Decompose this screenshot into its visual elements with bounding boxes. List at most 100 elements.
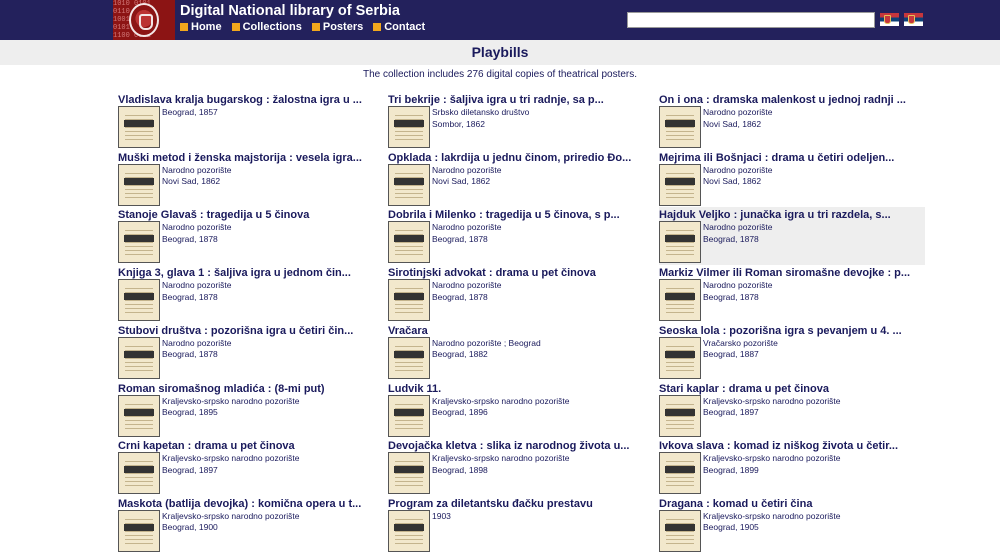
playbill-thumbnail[interactable] — [118, 509, 160, 552]
square-bullet-icon — [180, 23, 188, 31]
playbill-thumbnail[interactable] — [118, 279, 160, 322]
playbill-item[interactable]: Vračara Narodno pozorište ; Beograd Beogra… — [388, 323, 653, 381]
playbill-item[interactable]: Seoska lola : pozorišna igra s pevanjem … — [659, 323, 924, 381]
poster-text-lines — [666, 458, 694, 490]
playbill-thumbnail[interactable] — [659, 509, 701, 552]
playbill-title-link[interactable]: Mejrima ili Bošnjaci : drama u četiri od… — [659, 152, 921, 164]
playbill-thumbnail[interactable] — [118, 394, 160, 437]
playbill-thumbnail[interactable] — [659, 163, 701, 206]
playbill-item[interactable]: Dragana : komad u četiri čina Kraljevsko-… — [659, 496, 924, 554]
playbill-item[interactable]: Stari kaplar : drama u pet činova Kraljev… — [659, 381, 924, 439]
playbill-thumbnail[interactable] — [659, 452, 701, 495]
playbill-title-link[interactable]: Devojačka kletva : slika iz narodnog živ… — [388, 440, 650, 452]
playbill-title-link[interactable]: Seoska lola : pozorišna igra s pevanjem … — [659, 325, 921, 337]
playbill-title-link[interactable]: Hajduk Veljko : junačka igra u tri razde… — [659, 209, 921, 221]
playbill-place-year: Beograd, 1878 — [703, 291, 759, 302]
playbill-thumbnail[interactable] — [388, 221, 430, 264]
playbill-meta: Narodno pozorište Beograd, 1878 — [162, 338, 231, 361]
poster-headline — [394, 350, 424, 358]
nav-posters[interactable]: Posters — [311, 21, 363, 33]
site-title[interactable]: Digital National library of Serbia — [180, 3, 400, 19]
playbill-item[interactable]: Devojačka kletva : slika iz narodnog živ… — [388, 438, 653, 496]
playbill-title-link[interactable]: Markiz Vilmer ili Roman siromašne devojk… — [659, 267, 921, 279]
playbill-item[interactable]: Crni kapetan : drama u pet činova Kraljev… — [118, 438, 383, 496]
playbill-thumbnail[interactable] — [118, 221, 160, 264]
playbill-publisher: Vračarsko pozorište — [703, 337, 778, 348]
playbill-place-year: Beograd, 1895 — [162, 407, 218, 417]
playbill-title-link[interactable]: Maskota (batlija devojka) : komična oper… — [118, 498, 380, 510]
playbill-title-link[interactable]: On i ona : dramska malenkost u jednoj ra… — [659, 94, 921, 106]
playbill-thumbnail[interactable] — [659, 221, 701, 264]
site-header: 1010 0101 0110 1001 1001 0110 0101 1010 … — [0, 0, 1000, 40]
playbill-title-link[interactable]: Vladislava kralja bugarskog : žalostna i… — [118, 94, 380, 106]
playbill-thumbnail[interactable] — [388, 163, 430, 206]
serbian-flag-cyrillic-icon[interactable] — [880, 13, 899, 26]
playbill-title-link[interactable]: Opklada : lakrdija u jednu činom, prired… — [388, 152, 650, 164]
playbill-meta: Narodno pozorište Novi Sad, 1862 — [432, 165, 501, 188]
playbill-title-link[interactable]: Crni kapetan : drama u pet činova — [118, 440, 380, 452]
playbill-thumbnail[interactable] — [118, 452, 160, 495]
playbill-thumbnail[interactable] — [388, 509, 430, 552]
playbill-item[interactable]: Hajduk Veljko : junačka igra u tri razde… — [659, 207, 925, 266]
playbill-place-year: Beograd, 1882 — [432, 349, 488, 360]
playbill-item[interactable]: Tri bekrije : šaljiva igra u tri radnje,… — [388, 92, 653, 150]
playbill-meta: Kraljevsko-srpsko narodno pozorište Beogr… — [703, 453, 840, 476]
playbill-item[interactable]: Stubovi društva : pozorišna igra u četir… — [118, 323, 383, 381]
playbill-place-year: Beograd, 1898 — [432, 464, 488, 475]
playbill-thumbnail[interactable] — [659, 336, 701, 379]
playbill-thumbnail[interactable] — [118, 336, 160, 379]
playbill-thumbnail[interactable] — [659, 106, 701, 148]
serbian-flag-latin-icon[interactable] — [904, 13, 923, 26]
playbill-item[interactable]: Program za diletantsku đačku prestavu 190… — [388, 496, 653, 554]
nav-collections[interactable]: Collections — [231, 21, 302, 33]
playbill-title-link[interactable]: Ivkova slava : komad iz niškog života u … — [659, 440, 921, 452]
playbill-item[interactable]: Ivkova slava : komad iz niškog života u … — [659, 438, 924, 496]
playbill-item[interactable]: Stanoje Glavaš : tragedija u 5 činova Nar… — [118, 207, 383, 265]
nav-home[interactable]: Home — [180, 21, 222, 33]
collection-intro: The collection includes 276 digital copi… — [362, 69, 638, 80]
playbill-item[interactable]: Sirotinjski advokat : drama u pet činova… — [388, 265, 653, 323]
playbill-item[interactable]: Maskota (batlija devojka) : komična oper… — [118, 496, 383, 554]
playbill-thumbnail[interactable] — [388, 336, 430, 379]
playbill-publisher: Kraljevsko-srpsko narodno pozorište — [703, 395, 841, 406]
library-seal-icon — [129, 3, 159, 37]
playbill-title-link[interactable]: Dobrila i Milenko : tragedija u 5 činova… — [388, 209, 650, 221]
playbill-title-link[interactable]: Stari kaplar : drama u pet činova — [659, 383, 921, 395]
playbill-item[interactable]: Muški metod i ženska majstorija : vesela… — [118, 150, 383, 208]
playbill-thumbnail[interactable] — [659, 279, 701, 322]
playbill-title-link[interactable]: Muški metod i ženska majstorija : vesela… — [118, 152, 380, 164]
playbill-item[interactable]: Vladislava kralja bugarskog : žalostna i… — [118, 92, 383, 150]
playbill-title-link[interactable]: Roman siromašnog mladića : (8-mi put) — [118, 383, 380, 395]
playbill-item[interactable]: Markiz Vilmer ili Roman siromašne devojk… — [659, 265, 924, 323]
playbill-title-link[interactable]: Knjiga 3, glava 1 : šaljiva igra u jedno… — [118, 267, 380, 279]
playbill-thumbnail[interactable] — [388, 394, 430, 437]
playbill-item[interactable]: Mejrima ili Bošnjaci : drama u četiri od… — [659, 150, 924, 208]
playbill-title-link[interactable]: Stubovi društva : pozorišna igra u četir… — [118, 325, 380, 337]
playbill-place-year: Novi Sad, 1862 — [162, 176, 221, 187]
library-logo[interactable]: 1010 0101 0110 1001 1001 0110 0101 1010 … — [113, 0, 175, 40]
playbill-item[interactable]: Ludvik 11. Kraljevsko-srpsko narodno pozo… — [388, 381, 653, 439]
playbill-title-link[interactable]: Dragana : komad u četiri čina — [659, 498, 921, 510]
playbill-title-link[interactable]: Tri bekrije : šaljiva igra u tri radnje,… — [388, 94, 650, 106]
square-bullet-icon — [311, 23, 320, 31]
playbill-item[interactable]: On i ona : dramska malenkost u jednoj ra… — [659, 92, 924, 150]
playbill-title-link[interactable]: Vračara — [388, 325, 650, 337]
playbill-thumbnail[interactable] — [388, 279, 430, 322]
playbill-title-link[interactable]: Sirotinjski advokat : drama u pet činova — [388, 267, 650, 279]
playbill-title-link[interactable]: Ludvik 11. — [388, 383, 650, 395]
playbill-title-link[interactable]: Stanoje Glavaš : tragedija u 5 činova — [118, 209, 380, 221]
playbill-item[interactable]: Opklada : lakrdija u jednu činom, prired… — [388, 150, 653, 208]
playbill-thumbnail[interactable] — [659, 394, 701, 437]
playbill-item[interactable]: Knjiga 3, glava 1 : šaljiva igra u jedno… — [118, 265, 383, 323]
playbill-item[interactable]: Roman siromašnog mladića : (8-mi put) Kra… — [118, 381, 383, 439]
search-input[interactable] — [627, 12, 875, 28]
playbill-item[interactable]: Dobrila i Milenko : tragedija u 5 činova… — [388, 207, 653, 265]
playbill-thumbnail[interactable] — [118, 163, 160, 206]
playbill-title-link[interactable]: Program za diletantsku đačku prestavu — [388, 498, 650, 510]
playbill-thumbnail[interactable] — [118, 106, 160, 148]
playbill-thumbnail[interactable] — [388, 452, 430, 495]
playbill-publisher: Kraljevsko-srpsko narodno pozorište — [432, 453, 570, 464]
playbill-thumbnail[interactable] — [388, 106, 430, 148]
poster-headline — [394, 177, 424, 185]
nav-contact[interactable]: Contact — [373, 21, 425, 33]
